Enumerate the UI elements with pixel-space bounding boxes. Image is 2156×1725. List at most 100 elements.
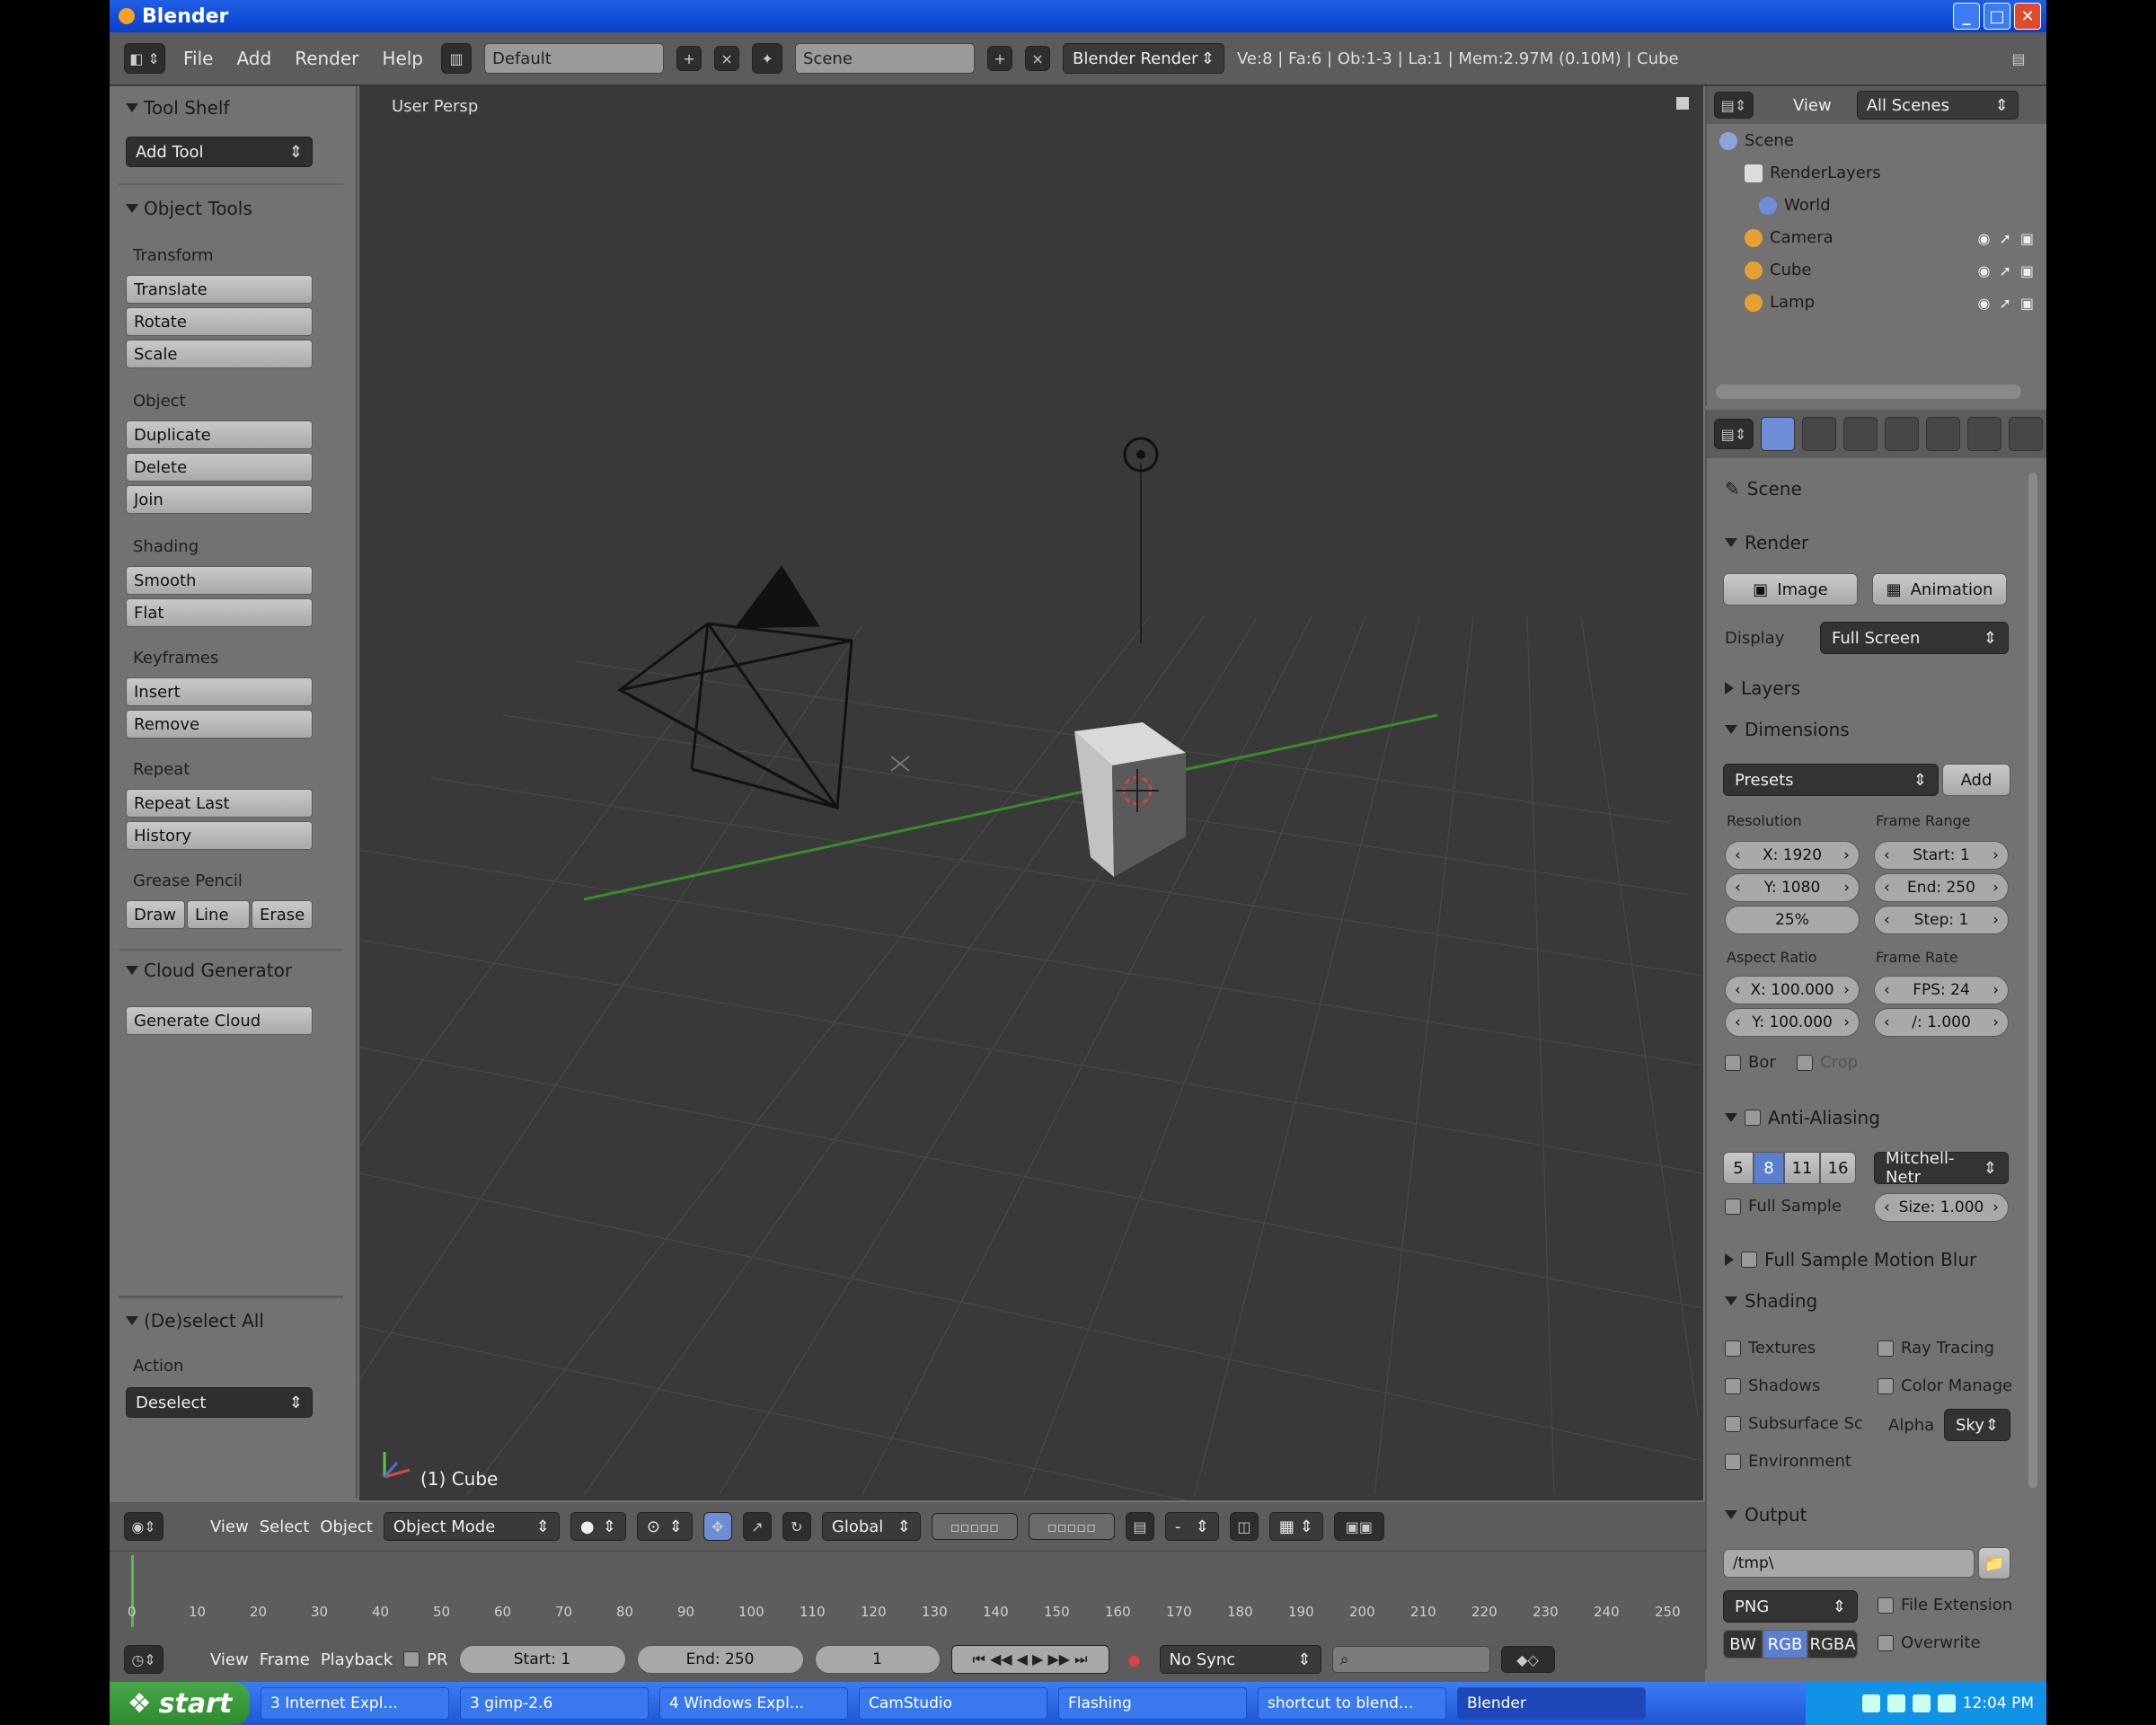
menu-file[interactable]: File [178, 44, 218, 73]
select-menu[interactable]: Select [260, 1517, 310, 1536]
tray-icon[interactable] [1861, 1694, 1880, 1712]
erase-button[interactable]: Erase [252, 900, 313, 929]
operator-panel-header[interactable]: (De)select All [126, 1310, 264, 1331]
keyframe-insert-icons[interactable]: ◆◇ [1500, 1646, 1555, 1673]
data-tab-icon[interactable] [2009, 417, 2043, 451]
cube-object[interactable] [1074, 722, 1186, 877]
aspect-x-field[interactable]: ‹ X: 100.000 › [1725, 976, 1860, 1004]
outliner-filter-dropdown[interactable]: All Scenes ⇕ [1856, 91, 2019, 119]
pivot-point-dropdown[interactable]: ⊙ ⇕ [636, 1512, 693, 1541]
aa-samples-11[interactable]: 11 [1784, 1152, 1820, 1184]
fps-field[interactable]: ‹ FPS: 24 › [1874, 976, 2009, 1004]
outliner-item-lamp[interactable]: Lamp [1745, 293, 1815, 312]
taskbar-item-internet-explorer[interactable]: 3 Internet Expl... [261, 1687, 449, 1720]
tray-icon[interactable] [1886, 1694, 1905, 1712]
taskbar-item-flashing[interactable]: Flashing [1058, 1687, 1247, 1720]
transform-orientation-dropdown[interactable]: Global ⇕ [821, 1512, 921, 1541]
screen-layout-icon[interactable]: ▥ [441, 43, 473, 74]
screen-layout-field[interactable]: Default [484, 43, 665, 74]
action-dropdown[interactable]: Deselect ⇕ [126, 1387, 313, 1418]
world-tab-icon[interactable] [1843, 417, 1878, 451]
remove-screen-button[interactable]: × [714, 46, 740, 71]
shadows-checkbox[interactable]: Shadows [1725, 1376, 1820, 1395]
fps-base-field[interactable]: ‹/: 1.000 › [1874, 1008, 2009, 1037]
history-button[interactable]: History [126, 821, 313, 850]
render-image-button[interactable]: ▣ Image [1723, 573, 1858, 606]
tray-icon[interactable] [1912, 1694, 1931, 1712]
aa-filter-dropdown[interactable]: Mitchell-Netr ⇕ [1874, 1149, 2009, 1187]
file-extensions-checkbox[interactable]: File Extension [1878, 1596, 2012, 1614]
add-scene-button[interactable]: + [987, 46, 1013, 71]
add-screen-button[interactable]: + [676, 46, 702, 71]
outliner-item-renderlayers[interactable]: RenderLayers [1745, 164, 1881, 182]
tool-shelf-panel-header[interactable]: Tool Shelf [126, 97, 229, 119]
insert-keyframe-button[interactable]: Insert [126, 677, 313, 706]
snap-element-dropdown[interactable]: ▦ ⇕ [1268, 1512, 1323, 1541]
frame-end-field[interactable]: ‹ End: 250 › [1874, 873, 2009, 902]
cloud-generator-panel-header[interactable]: Cloud Generator [126, 960, 292, 981]
maximize-button[interactable]: □ [1984, 3, 2010, 30]
aa-samples-8[interactable]: 8 [1754, 1152, 1784, 1184]
shading-panel-header[interactable]: Shading [1725, 1290, 1817, 1312]
color-mode-rgba[interactable]: RGBA [1807, 1630, 1858, 1659]
menu-add[interactable]: Add [231, 44, 277, 73]
lamp-visibility-icons[interactable]: ◉ ➚ ▣ [1978, 295, 2035, 312]
header-collapse-icon[interactable]: ▤ [2005, 43, 2032, 74]
overwrite-checkbox[interactable]: Overwrite [1878, 1633, 1981, 1652]
viewport-corner-widget[interactable] [1676, 97, 1689, 110]
color-mode-bw[interactable]: BW [1723, 1630, 1763, 1659]
editor-type-button[interactable]: ◉⇕ [124, 1512, 163, 1541]
resolution-x-field[interactable]: ‹ X: 1920 › [1725, 841, 1860, 870]
remove-keyframe-button[interactable]: Remove [126, 710, 313, 739]
timeline-start-field[interactable]: Start: 1 [458, 1645, 626, 1674]
repeat-last-button[interactable]: Repeat Last [126, 789, 313, 818]
frame-menu[interactable]: Frame [260, 1650, 310, 1669]
close-button[interactable]: ✕ [2014, 3, 2041, 30]
opengl-render-icons[interactable]: ▣▣ [1333, 1512, 1384, 1541]
smooth-button[interactable]: Smooth [126, 566, 313, 595]
rotate-manipulator-icon[interactable]: ↻ [782, 1512, 811, 1541]
anti-aliasing-panel-header[interactable]: Anti-Aliasing [1725, 1107, 1880, 1128]
translate-button[interactable]: Translate [126, 275, 313, 304]
view-menu[interactable]: View [1793, 96, 1832, 115]
taskbar-item-camstudio[interactable]: CamStudio [859, 1687, 1047, 1720]
view-menu[interactable]: View [210, 1650, 249, 1669]
timeline-end-field[interactable]: End: 250 [636, 1645, 804, 1674]
snap-toggle-icon[interactable]: ◫ [1229, 1512, 1259, 1541]
resolution-y-field[interactable]: ‹ Y: 1080 › [1725, 873, 1860, 902]
camera-visibility-icons[interactable]: ◉ ➚ ▣ [1978, 230, 2035, 247]
taskbar-item-windows-explorer[interactable]: 4 Windows Expl... [659, 1687, 848, 1720]
textures-checkbox[interactable]: Textures [1725, 1339, 1816, 1358]
timeline-area[interactable]: 0 10 20 30 40 50 60 70 80 90 100 110 120 130 140 150 160… [110, 1551, 1705, 1637]
color-management-checkbox[interactable]: Color Manage [1878, 1376, 2012, 1395]
layers-panel-header[interactable]: Layers [1725, 677, 1800, 699]
flat-button[interactable]: Flat [126, 598, 313, 627]
display-dropdown[interactable]: Full Screen ⇕ [1820, 622, 2009, 654]
render-engine-dropdown[interactable]: Blender Render ⇕ [1063, 43, 1225, 74]
playback-menu[interactable]: Playback [321, 1650, 393, 1669]
preview-range-toggle[interactable]: PR [403, 1650, 448, 1669]
draw-button[interactable]: Draw [126, 900, 185, 929]
editor-type-button[interactable]: ▤⇕ [1714, 419, 1754, 449]
presets-dropdown[interactable]: Presets ⇕ [1723, 764, 1939, 796]
lock-layers-icon[interactable]: ▤ [1125, 1512, 1154, 1541]
editor-type-button[interactable]: ▤⇕ [1714, 92, 1754, 119]
filter-size-field[interactable]: ‹ Size: 1.000 › [1874, 1193, 2009, 1222]
subsurface-checkbox[interactable]: Subsurface Sc [1725, 1414, 1863, 1433]
record-icon[interactable]: ● [1119, 1645, 1149, 1674]
outliner-item-world[interactable]: World [1759, 196, 1831, 215]
object-tools-panel-header[interactable]: Object Tools [126, 198, 252, 219]
color-mode-rgb[interactable]: RGB [1763, 1630, 1807, 1659]
start-button[interactable]: ❖ start [110, 1682, 250, 1725]
minimize-button[interactable]: _ [1953, 3, 1980, 30]
aa-samples-5[interactable]: 5 [1723, 1152, 1754, 1184]
file-format-dropdown[interactable]: PNG ⇕ [1723, 1590, 1858, 1623]
cube-visibility-icons[interactable]: ◉ ➚ ▣ [1978, 262, 2035, 279]
mode-dropdown[interactable]: Object Mode ⇕ [383, 1512, 560, 1541]
scene-tab-icon[interactable] [1802, 417, 1836, 451]
resolution-percentage-slider[interactable]: 25% [1725, 906, 1860, 934]
outliner-item-scene[interactable]: Scene [1719, 131, 1794, 150]
keying-set-field[interactable]: ⌕ [1331, 1646, 1490, 1673]
ray-tracing-checkbox[interactable]: Ray Tracing [1878, 1339, 1994, 1358]
join-button[interactable]: Join [126, 485, 313, 514]
